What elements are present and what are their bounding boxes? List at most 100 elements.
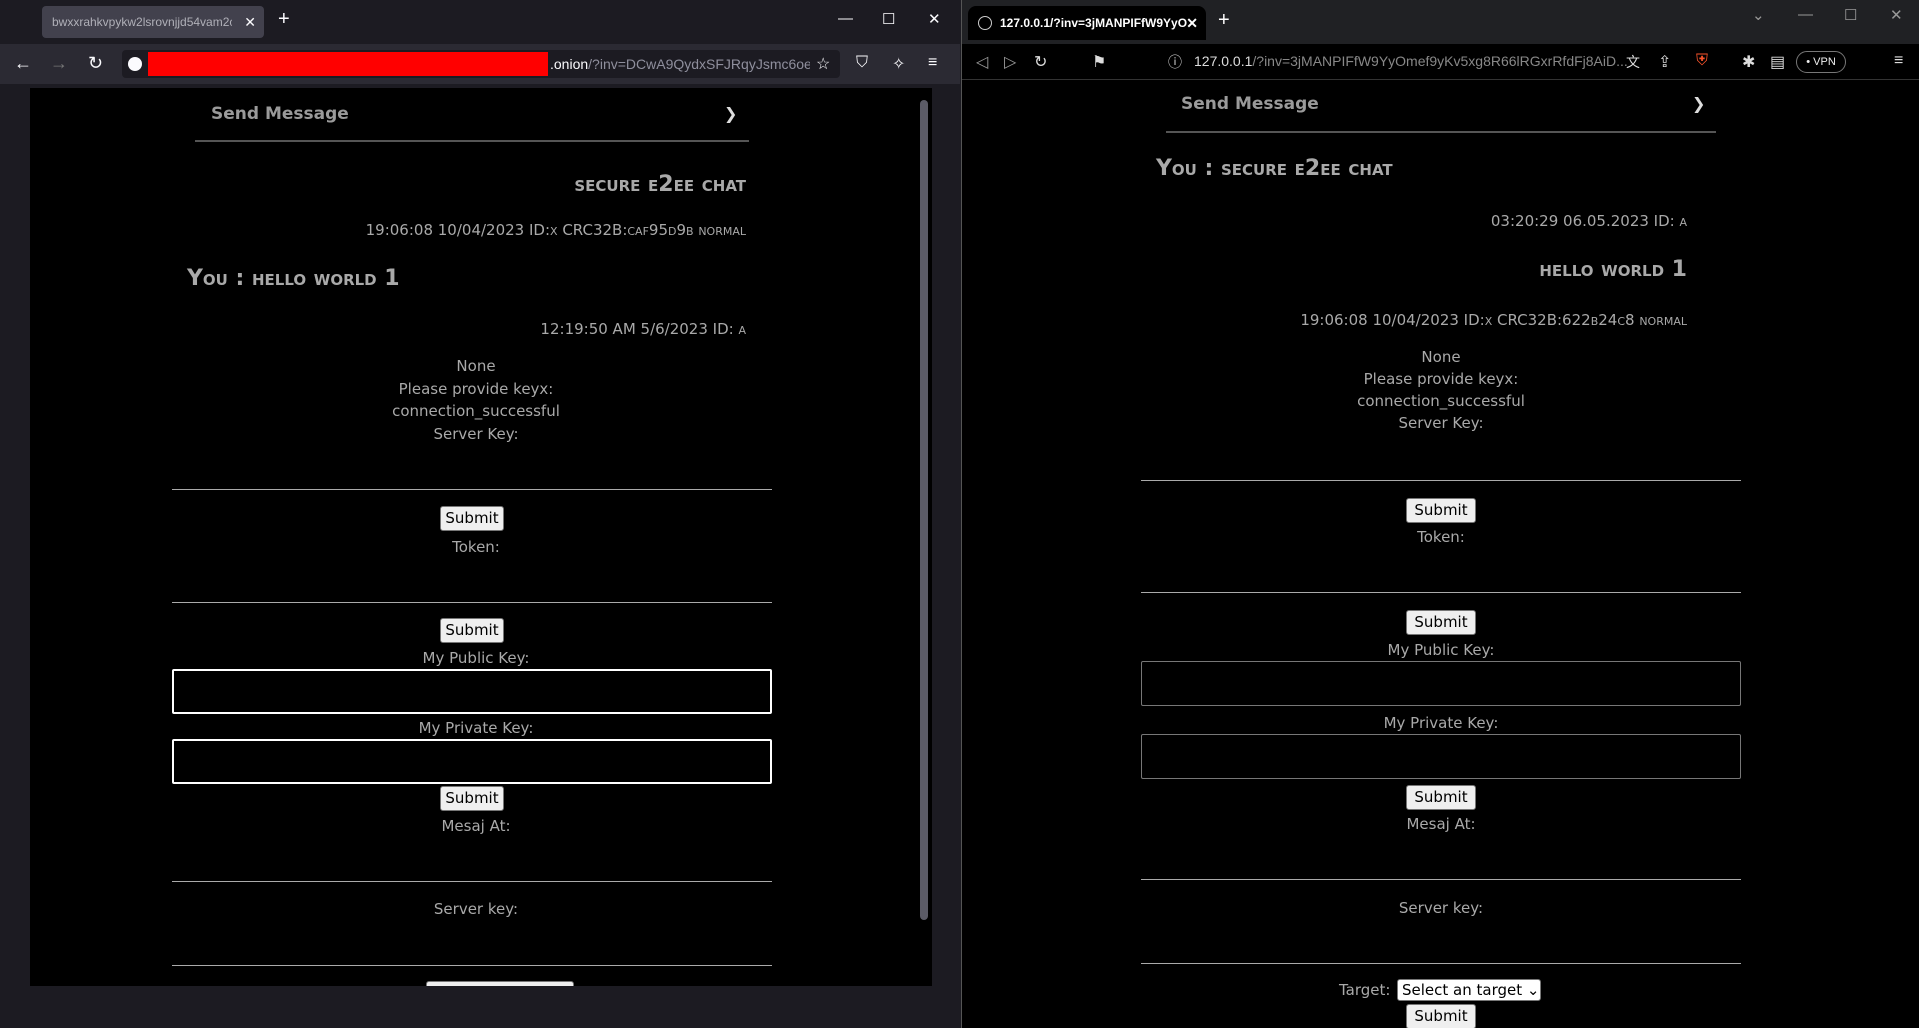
left-url-text: .onion/?inv=DCwA9QydxSFJRqyJsmc6oeB — [550, 56, 810, 72]
public-key-label: My Public Key: — [1387, 641, 1495, 659]
bookmark-icon[interactable]: ⚑ — [1092, 52, 1106, 72]
message-meta: 19:06:08 10/04/2023 ID:x CRC32B:622b24c8… — [1300, 311, 1687, 329]
message-text: You : hello world 1 — [187, 266, 400, 291]
private-key-label: My Private Key: — [1383, 714, 1499, 732]
public-key-textarea[interactable] — [172, 669, 772, 714]
nav-underline — [1166, 131, 1716, 133]
new-tab-icon[interactable]: + — [278, 8, 290, 31]
target-label: Target: — [1339, 981, 1391, 999]
server-key-label: Server key: — [433, 900, 519, 918]
private-key-textarea[interactable] — [1141, 734, 1741, 779]
mesaj-label: Mesaj At: — [1406, 815, 1476, 833]
shield-icon[interactable]: ⛉ — [856, 54, 868, 72]
back-icon[interactable]: ◁ — [976, 52, 988, 72]
submit-button[interactable]: Submit — [440, 786, 504, 811]
right-url-bar[interactable]: 127.0.0.1/?inv=3jMANPIFfW9YyOmef9yKv5xg8… — [1194, 53, 1634, 69]
message-text: hello world 1 — [1539, 257, 1687, 282]
target-select[interactable]: Select an target ⌄ — [1397, 979, 1541, 1001]
submit-button[interactable]: Submit — [1406, 1004, 1476, 1028]
server-key-label: Server Key: — [433, 425, 519, 443]
maximize-icon[interactable]: ☐ — [1844, 6, 1857, 24]
brave-shield-icon[interactable]: ⛨ — [1696, 52, 1708, 70]
url-host: 127.0.0.1 — [1194, 53, 1253, 69]
close-window-icon[interactable]: ✕ — [1890, 6, 1903, 24]
message-meta: 19:06:08 10/04/2023 ID:x CRC32B:caf95d9b… — [365, 221, 746, 239]
translate-icon[interactable]: 文 — [1626, 52, 1640, 72]
message-input[interactable] — [172, 881, 772, 882]
vpn-button[interactable]: • VPN — [1796, 51, 1846, 73]
select-dropdown[interactable] — [426, 981, 574, 986]
send-message-link[interactable]: Send Message — [1181, 94, 1319, 114]
submit-button[interactable]: Submit — [1406, 610, 1476, 635]
back-icon[interactable]: ← — [14, 53, 32, 74]
new-tab-icon[interactable]: + — [1218, 9, 1230, 32]
onion-site-icon — [128, 57, 142, 71]
globe-icon — [978, 16, 992, 30]
status-connection: connection_successful — [1357, 392, 1525, 410]
nav-underline — [195, 140, 749, 142]
scrollbar[interactable] — [914, 88, 932, 986]
status-keyx: Please provide keyx: — [1363, 370, 1519, 388]
status-keyx: Please provide keyx: — [398, 380, 554, 398]
token-input[interactable] — [172, 602, 772, 603]
token-input[interactable] — [1141, 592, 1741, 593]
maximize-icon[interactable]: ☐ — [882, 10, 895, 28]
left-active-tab[interactable]: bwxxrahkvpykw2lsrovnjjd54vam2cp ✕ — [42, 6, 264, 38]
minimize-icon[interactable]: — — [838, 10, 853, 27]
chevron-down-icon[interactable]: ⌄ — [1752, 6, 1765, 24]
chat-title: You : secure e2ee chat — [1156, 156, 1393, 181]
forward-icon[interactable]: ▷ — [1004, 52, 1016, 72]
message-meta: 03:20:29 06.05.2023 ID: a — [1490, 212, 1687, 230]
server-key-label: Server Key: — [1398, 414, 1484, 432]
public-key-label: My Public Key: — [422, 649, 530, 667]
private-key-textarea[interactable] — [172, 739, 772, 784]
share-icon[interactable]: ⇪ — [1658, 52, 1671, 72]
submit-button[interactable]: Submit — [1406, 498, 1476, 523]
server-key-input[interactable] — [172, 965, 772, 966]
bookmark-star-icon[interactable]: ☆ — [816, 54, 830, 74]
close-tab-icon[interactable]: ✕ — [244, 6, 256, 38]
menu-icon[interactable]: ≡ — [928, 54, 937, 72]
right-tab-bar: 127.0.0.1/?inv=3jMANPIFfW9YyO ✕ + ⌄ — ☐ … — [962, 0, 1919, 44]
right-active-tab[interactable]: 127.0.0.1/?inv=3jMANPIFfW9YyO ✕ — [968, 6, 1206, 40]
left-tab-title: bwxxrahkvpykw2lsrovnjjd54vam2cp — [52, 15, 232, 29]
server-key-input[interactable] — [172, 489, 772, 490]
url-suffix: .onion — [550, 56, 589, 72]
chevron-right-icon[interactable]: ❯ — [724, 104, 737, 123]
chat-title: secure e2ee chat — [574, 172, 746, 197]
server-key-input[interactable] — [1141, 480, 1741, 481]
right-page-content: Send Message ❯ You : secure e2ee chat 03… — [962, 80, 1919, 1028]
chevron-right-icon[interactable]: ❯ — [1692, 94, 1705, 113]
message-input[interactable] — [1141, 879, 1741, 880]
left-page-content: Send Message ❯ secure e2ee chat 19:06:08… — [30, 88, 932, 986]
status-none: None — [1421, 348, 1461, 366]
left-url-bar[interactable]: .onion/?inv=DCwA9QydxSFJRqyJsmc6oeB — [122, 50, 840, 78]
right-browser-window: 127.0.0.1/?inv=3jMANPIFfW9YyO ✕ + ⌄ — ☐ … — [961, 0, 1919, 1028]
close-window-icon[interactable]: ✕ — [928, 10, 941, 28]
left-navigation-bar: ← → ↻ .onion/?inv=DCwA9QydxSFJRqyJsmc6oe… — [0, 44, 960, 84]
send-message-link[interactable]: Send Message — [211, 104, 349, 124]
minimize-icon[interactable]: — — [1798, 6, 1813, 23]
site-info-icon[interactable]: ⓘ — [1168, 52, 1182, 72]
forward-icon[interactable]: → — [50, 53, 68, 74]
server-key-label: Server key: — [1398, 899, 1484, 917]
scrollbar-thumb[interactable] — [920, 100, 928, 920]
submit-button[interactable]: Submit — [440, 506, 504, 531]
sidebar-icon[interactable]: ▤ — [1770, 52, 1785, 72]
target-select-value: Select an target — [1402, 981, 1523, 999]
new-identity-broom-icon[interactable]: ✧ — [892, 54, 905, 74]
mesaj-label: Mesaj At: — [441, 817, 511, 835]
menu-icon[interactable]: ≡ — [1894, 52, 1903, 70]
reload-icon[interactable]: ↻ — [88, 53, 103, 74]
reload-icon[interactable]: ↻ — [1034, 52, 1047, 72]
close-tab-icon[interactable]: ✕ — [1186, 6, 1198, 40]
extensions-icon[interactable]: ✱ — [1742, 52, 1755, 72]
submit-button[interactable]: Submit — [440, 618, 504, 643]
public-key-textarea[interactable] — [1141, 661, 1741, 706]
left-browser-window: bwxxrahkvpykw2lsrovnjjd54vam2cp ✕ + — ☐ … — [0, 0, 960, 1028]
submit-button[interactable]: Submit — [1406, 785, 1476, 810]
server-key-input[interactable] — [1141, 963, 1741, 964]
redacted-address — [148, 52, 548, 76]
private-key-label: My Private Key: — [418, 719, 534, 737]
url-query: /?inv=DCwA9QydxSFJRqyJsmc6oeB — [588, 56, 810, 72]
